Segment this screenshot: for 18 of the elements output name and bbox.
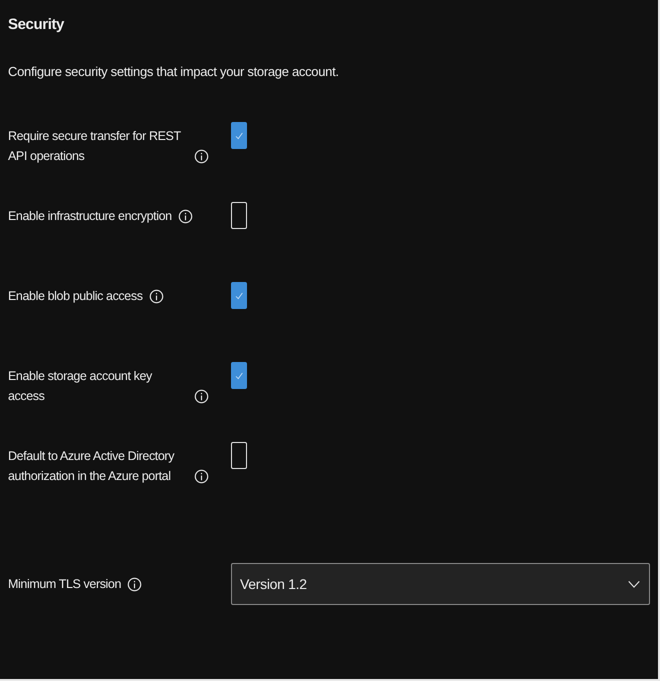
info-icon[interactable]	[178, 209, 193, 224]
section-title: Security	[8, 15, 66, 35]
setting-label: Enable blob public access	[8, 288, 143, 305]
setting-label: Default to Azure Active Directory authorization in the Azure portal	[8, 448, 176, 485]
setting-label: Enable storage account key access	[8, 368, 153, 405]
checkbox[interactable]	[231, 282, 247, 309]
info-icon[interactable]	[194, 149, 209, 164]
setting-label: Minimum TLS version	[8, 576, 122, 593]
info-icon[interactable]	[194, 389, 209, 404]
setting-label: Require secure transfer for REST API operations	[8, 128, 182, 165]
setting-label: Enable infrastructure encryption	[8, 208, 172, 225]
section-description: Configure security settings that impact your storage account.	[8, 63, 340, 81]
checkbox[interactable]	[231, 362, 247, 389]
info-icon[interactable]	[194, 469, 209, 484]
info-icon[interactable]	[127, 577, 142, 592]
info-icon[interactable]	[148, 289, 164, 304]
checkbox[interactable]	[231, 122, 247, 149]
dropdown[interactable]: Version 1.2	[231, 563, 650, 605]
